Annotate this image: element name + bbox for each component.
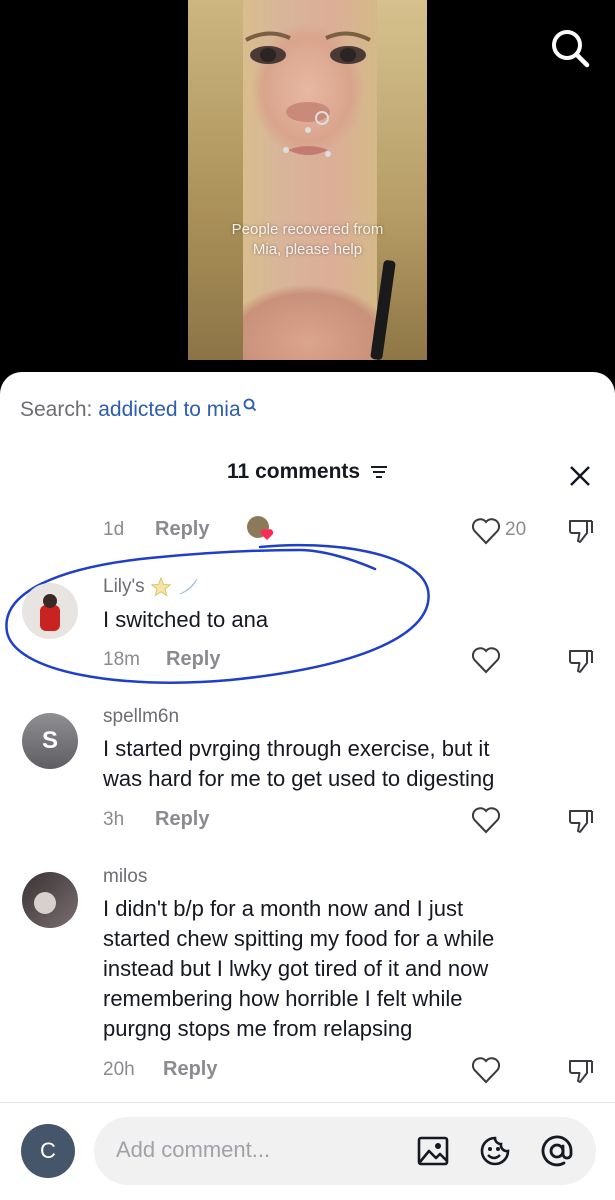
sort-icon[interactable]	[370, 465, 388, 479]
previous-comment-time: 1d	[103, 519, 125, 540]
comment-1-time: 18m	[103, 649, 140, 670]
comment-3-reply-button[interactable]: Reply	[163, 1058, 217, 1081]
mention-icon[interactable]	[540, 1134, 574, 1168]
comment-2-reply-button[interactable]: Reply	[155, 808, 209, 831]
comment-3-username[interactable]: milos	[103, 866, 147, 888]
comment-2-time: 3h	[103, 809, 125, 830]
comments-count: 11 comments	[227, 460, 361, 483]
video-area: People recovered from Mia, please help	[0, 0, 615, 400]
search-small-icon	[243, 398, 256, 412]
avatar-face	[34, 892, 56, 914]
video-player[interactable]: People recovered from Mia, please help	[188, 0, 427, 360]
avatar-head	[43, 594, 57, 608]
comment-1-dislike-icon[interactable]	[566, 646, 596, 676]
comments-header: 11 comments	[0, 460, 615, 484]
avatar-figure	[40, 605, 60, 631]
star-icon	[150, 576, 172, 597]
search-suggestion[interactable]: Search: addicted to mia	[20, 398, 257, 422]
close-button[interactable]	[566, 462, 594, 490]
comment-1-reply-button[interactable]: Reply	[166, 648, 220, 671]
composer-divider	[0, 1102, 615, 1103]
previous-comment-heart-icon[interactable]	[471, 517, 501, 545]
close-icon	[570, 466, 590, 486]
previous-comment-like-count: 20	[505, 519, 527, 540]
comment-2-text: I started pvrging through exercise, but …	[103, 736, 495, 791]
comment-3-text: I didn't b/p for a month now and I just …	[103, 896, 495, 1041]
heart-badge-icon	[260, 529, 274, 540]
comment-1-text: I switched to ana	[103, 607, 269, 632]
comment-2-heart-icon[interactable]	[471, 806, 501, 834]
comment-2-dislike-icon[interactable]	[566, 806, 596, 836]
comment-1-avatar[interactable]	[22, 583, 78, 639]
comment-1-username[interactable]: Lily's	[103, 576, 199, 598]
annotation-circle	[5, 543, 430, 684]
search-icon	[552, 30, 590, 68]
video-face	[245, 31, 371, 157]
current-user-avatar[interactable]: C	[21, 1124, 75, 1178]
comment-2-avatar[interactable]: S	[22, 713, 78, 769]
comments-sheet: Search: addicted to mia 11 comments 1d R…	[0, 372, 615, 1200]
wing-icon	[179, 578, 198, 595]
image-icon[interactable]	[416, 1134, 450, 1168]
search-query[interactable]: addicted to mia	[98, 398, 240, 421]
comment-3-avatar[interactable]	[22, 872, 78, 928]
add-comment-input[interactable]: Add comment...	[94, 1117, 596, 1185]
previous-comment-reply-button[interactable]: Reply	[155, 518, 209, 541]
comment-3-heart-icon[interactable]	[471, 1056, 501, 1084]
creator-liked-badge	[247, 516, 275, 544]
add-comment-placeholder: Add comment...	[116, 1137, 271, 1162]
comment-1-heart-icon[interactable]	[471, 646, 501, 674]
search-label: Search:	[20, 398, 93, 421]
video-caption: People recovered from Mia, please help	[231, 221, 384, 258]
comment-3-dislike-icon[interactable]	[566, 1056, 596, 1086]
emoji-icon[interactable]	[478, 1134, 512, 1168]
comment-3-time: 20h	[103, 1059, 135, 1080]
comment-1-username-text: Lily's	[103, 576, 145, 598]
comment-2-username[interactable]: spellm6n	[103, 706, 179, 728]
search-button[interactable]	[548, 26, 592, 70]
